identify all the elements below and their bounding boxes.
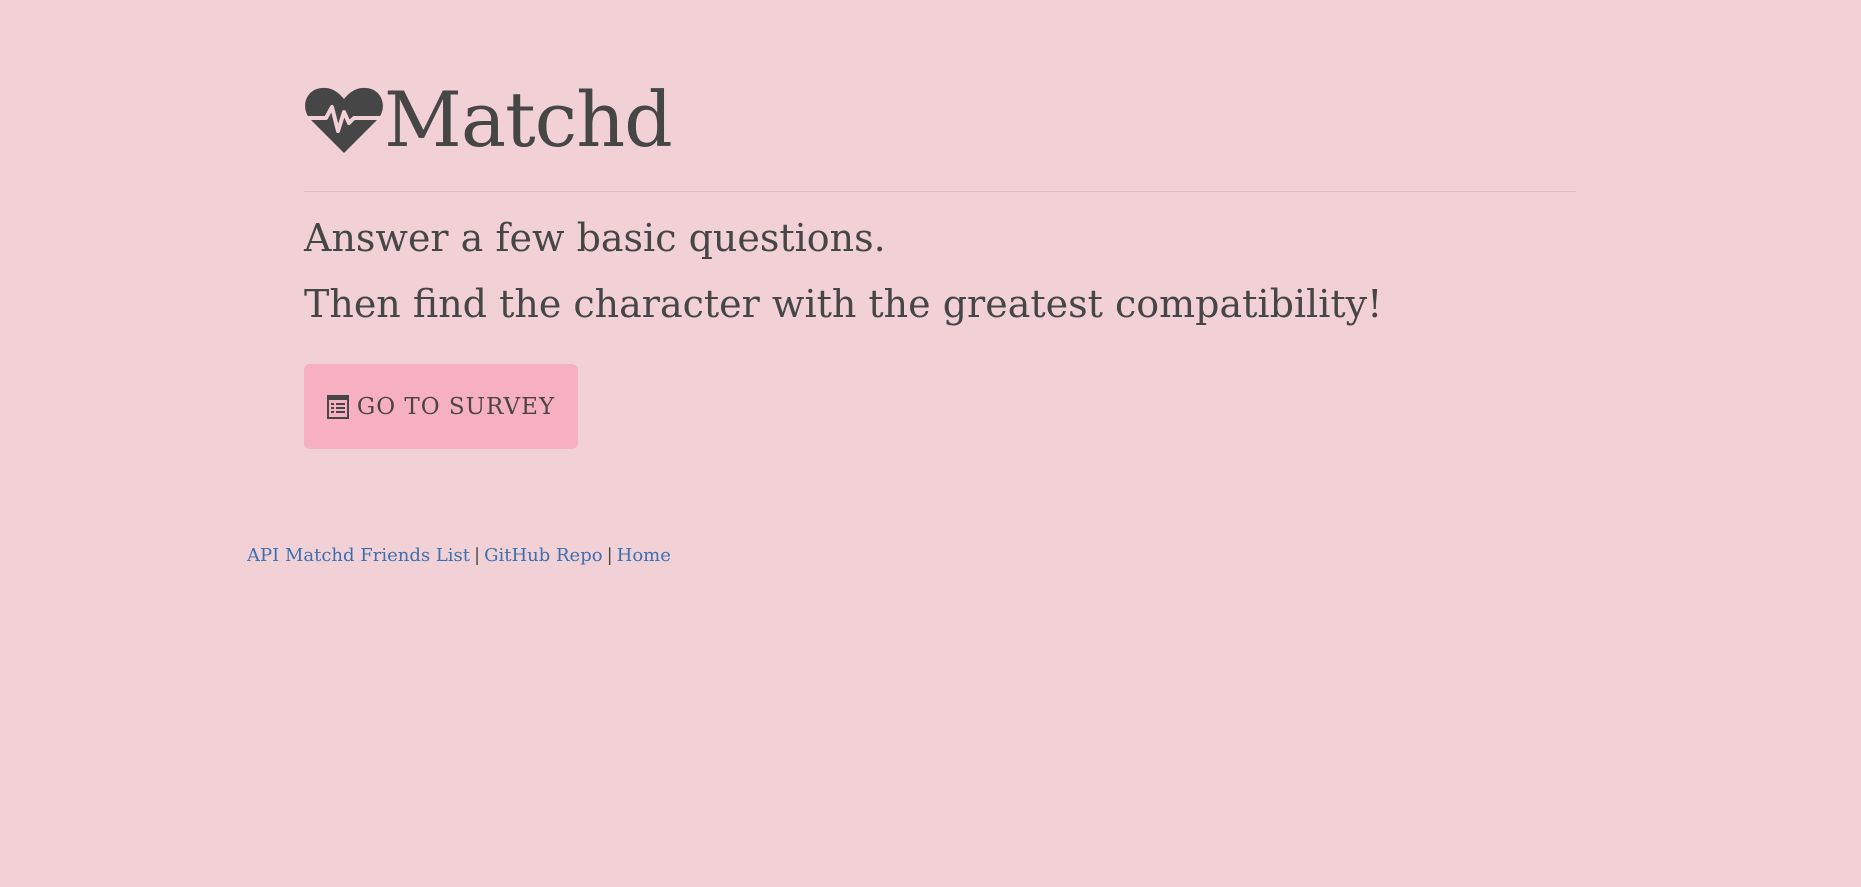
app-title: Matchd bbox=[384, 75, 673, 164]
footer: API Matchd Friends List | GitHub Repo | Home bbox=[247, 545, 671, 566]
heartbeat-icon bbox=[304, 85, 384, 155]
footer-separator: | bbox=[474, 545, 481, 566]
intro-text: Answer a few basic questions. Then find … bbox=[304, 205, 1576, 337]
page-title: Matchd bbox=[304, 70, 1576, 170]
go-to-survey-label: GO TO SURVEY bbox=[356, 393, 556, 420]
intro-line-1: Answer a few basic questions. bbox=[304, 216, 886, 260]
list-icon bbox=[326, 394, 349, 419]
jumbotron: Matchd Answer a few basic questions. The… bbox=[304, 70, 1576, 449]
footer-separator: | bbox=[606, 545, 613, 566]
intro-line-2: Then find the character with the greates… bbox=[304, 282, 1383, 326]
github-repo-link[interactable]: GitHub Repo bbox=[484, 545, 602, 566]
home-link[interactable]: Home bbox=[617, 545, 671, 566]
divider bbox=[304, 191, 1576, 192]
go-to-survey-button[interactable]: GO TO SURVEY bbox=[304, 364, 578, 449]
api-friends-list-link[interactable]: API Matchd Friends List bbox=[247, 545, 470, 566]
